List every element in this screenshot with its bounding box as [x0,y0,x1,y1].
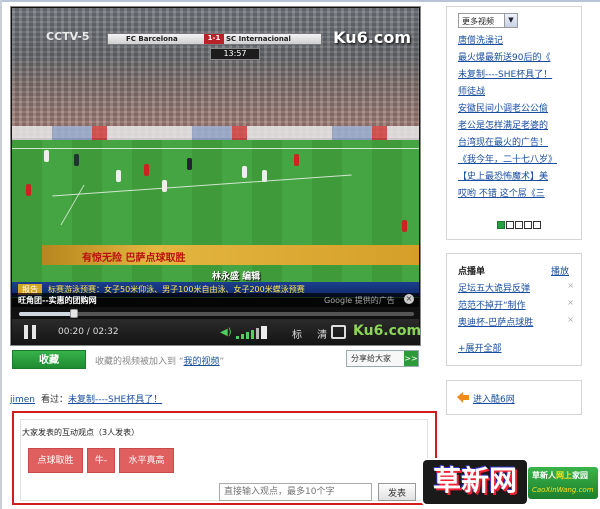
discussion-title: 大家发表的互动观点（3人发表） [22,428,140,437]
more-video-link[interactable]: 台湾现在最火的广告！ [458,135,580,152]
more-video-link[interactable]: 未复制----SHE杯具了！ [458,67,580,84]
pager [497,221,542,232]
watermark-badge: 草新人网上家园 CaoXinWang.com [527,466,599,500]
my-videos-link[interactable]: 我的视频 [184,357,220,367]
close-icon[interactable]: × [404,294,414,304]
more-video-link[interactable]: 老公是怎样满足老婆的 [458,118,580,135]
ad-provider: Google 提供的广告 [324,296,395,305]
submit-opinion-button[interactable]: 发表 [378,483,416,501]
more-video-link[interactable]: 安徽民间小调老公公偷 [458,101,580,118]
pause-button[interactable] [24,325,38,339]
ad-title[interactable]: 旺角团--实惠的团购网 [18,295,97,306]
player-controls: 00:20 / 02:32 ◀) 标 清 Ku6.com [12,319,421,345]
watched-row: jimen 看过：未复制----SHE杯具了！ [10,395,163,405]
volume-slider[interactable] [236,325,278,339]
match-clock: 13:57 [210,48,260,60]
more-video-link[interactable]: 唐僧洗澡记 [458,33,580,50]
pager-dot[interactable] [506,221,514,229]
scoreboard: FC Barcelona 1-1 SC Internacional [107,33,322,45]
playlist-play-link[interactable]: 播放 [551,264,569,277]
scoreboard-score: 1-1 [204,34,224,44]
frame-left-border [0,0,2,509]
more-video-link[interactable]: 【史上最恐怖魔术】美 [458,169,580,186]
watermark-url: CaoXinWang.com [532,486,594,494]
progress-handle[interactable] [70,309,79,318]
ku6-logo-icon [457,392,469,403]
video-caption-editor: 林永盛 编辑 [212,272,261,282]
chevron-down-icon[interactable]: ▼ [504,14,517,27]
video-player[interactable]: CCTV-5 FC Barcelona 1-1 SC Internacional… [10,6,421,346]
more-video-link[interactable]: 哎哟 不错 这个屌《三 [458,186,580,203]
watermark-slogan: 草新人网上家园 [532,471,588,480]
more-video-link[interactable]: 《我今年，二十七八岁》 [458,152,580,169]
playlist-item[interactable]: 范范不掉开“制作 × [458,298,576,315]
progress-fill [19,312,75,316]
opinion-tag[interactable]: 水平真高 [119,448,174,473]
playback-time: 00:20 / 02:32 [58,327,119,337]
more-videos-list: 唐僧洗澡记 最火爆最新送90后的《 未复制----SHE杯具了！ 师徒战 安徽民… [458,33,580,203]
playlist-list: 足坛五大诡异反弹 × 范范不掉开“制作 × 奥迪杯-巴萨点球胜 × [458,281,576,332]
favorite-hint: 收藏的视频被加入到 “我的视频” [95,357,225,367]
volume-icon[interactable]: ◀) [220,327,232,338]
frame-top-border [0,0,600,2]
playlist-item[interactable]: 奥迪杯-巴萨点球胜 × [458,315,576,332]
opinion-tag[interactable]: 牛- [87,448,115,473]
fullscreen-icon[interactable] [331,325,346,339]
watched-user-link[interactable]: jimen [10,395,35,405]
playlist-title: 点播单 [458,267,486,277]
watched-video-link[interactable]: 未复制----SHE杯具了！ [68,395,162,405]
ad-strip[interactable]: 旺角团--实惠的团购网 Google 提供的广告 × [12,293,419,307]
remove-icon[interactable]: × [567,281,574,290]
more-video-link[interactable]: 最火爆最新送90后的《 [458,50,580,67]
share-arrow-icon: >> [404,351,418,366]
progress-bar[interactable] [19,309,414,318]
watermark-logo: 草新网 [421,458,529,506]
more-video-link[interactable]: 师徒战 [458,84,580,101]
ku6-link-panel: 进入酷6网 [446,380,582,415]
video-caption: 有惊无险 巴萨点球取胜 [42,245,419,265]
ku6-site-link[interactable]: 进入酷6网 [473,392,515,405]
video-frame[interactable]: CCTV-5 FC Barcelona 1-1 SC Internacional… [12,8,419,298]
player-brand-logo[interactable]: Ku6.com [353,323,421,339]
pager-dot[interactable] [533,221,541,229]
more-videos-select[interactable]: 更多视频 ▼ [458,13,518,28]
discussion-panel: 大家发表的互动观点（3人发表） 点球取胜 牛- 水平真高 发表 [12,411,437,505]
favorite-button[interactable]: 收藏 [12,350,86,369]
pager-dot[interactable] [515,221,523,229]
share-button[interactable]: 分享给大家 >> [346,350,419,367]
scoreboard-team1: FC Barcelona [126,35,178,43]
scoreboard-team2: SC Internacional [226,35,291,43]
quality-toggle[interactable]: 标 清 [292,326,333,341]
site-watermark: 草新网 草新人网上家园 CaoXinWang.com [421,458,600,509]
remove-icon[interactable]: × [567,315,574,324]
pager-dot[interactable] [497,221,505,229]
playlist-item[interactable]: 足坛五大诡异反弹 × [458,281,576,298]
more-videos-panel: 更多视频 ▼ 唐僧洗澡记 最火爆最新送90后的《 未复制----SHE杯具了！ 师… [446,6,582,240]
remove-icon[interactable]: × [567,298,574,307]
opinion-input[interactable] [219,483,372,501]
opinion-tag[interactable]: 点球取胜 [28,448,83,473]
video-watermark: Ku6.com [333,28,411,47]
playlist-panel: 点播单 播放 足坛五大诡异反弹 × 范范不掉开“制作 × 奥迪杯-巴萨点球胜 × +展… [446,253,582,366]
channel-logo: CCTV-5 [46,30,90,43]
pager-dot[interactable] [524,221,532,229]
expand-all-link[interactable]: +展开全部 [458,341,502,354]
